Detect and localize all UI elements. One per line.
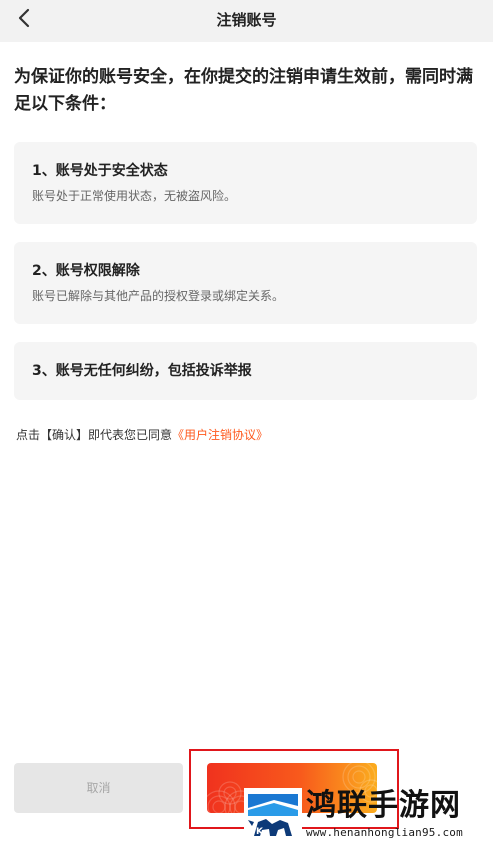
top-navbar: 注销账号 [0,0,493,42]
user-cancellation-agreement-link[interactable]: 《用户注销协议》 [172,428,268,442]
condition-title: 1、账号处于安全状态 [32,163,168,179]
intro-heading: 为保证你的账号安全，在你提交的注销申请生效前，需同时满足以下条件： [14,67,473,114]
page-title: 注销账号 [216,11,277,29]
condition-card: 1、账号处于安全状态 账号处于正常使用状态，无被盗风险。 [14,142,477,224]
cancel-button[interactable]: 取消 [14,763,183,813]
svg-text:K: K [256,827,264,837]
agreement-prefix: 点击【确认】即代表您已同意 [16,428,173,442]
condition-description: 账号已解除与其他产品的授权登录或绑定关系。 [32,289,285,303]
page: 注销账号 为保证你的账号安全，在你提交的注销申请生效前，需同时满足以下条件： 1… [0,0,493,846]
watermark-url: www.henanhonglian95.com [306,826,463,839]
condition-card: 2、账号权限解除 账号已解除与其他产品的授权登录或绑定关系。 [14,242,477,324]
condition-title: 2、账号权限解除 [32,263,140,279]
condition-card: 3、账号无任何纠纷，包括投诉举报 [14,342,477,400]
agreement-notice: 点击【确认】即代表您已同意《用户注销协议》 [16,426,268,444]
site-watermark: K 鸿联手游网 www.henanhonglian95.com [244,786,490,842]
condition-description: 账号处于正常使用状态，无被盗风险。 [32,189,237,203]
condition-title: 3、账号无任何纠纷，包括投诉举报 [32,363,252,379]
site-logo-icon: K [244,786,302,842]
watermark-title: 鸿联手游网 [306,788,461,823]
